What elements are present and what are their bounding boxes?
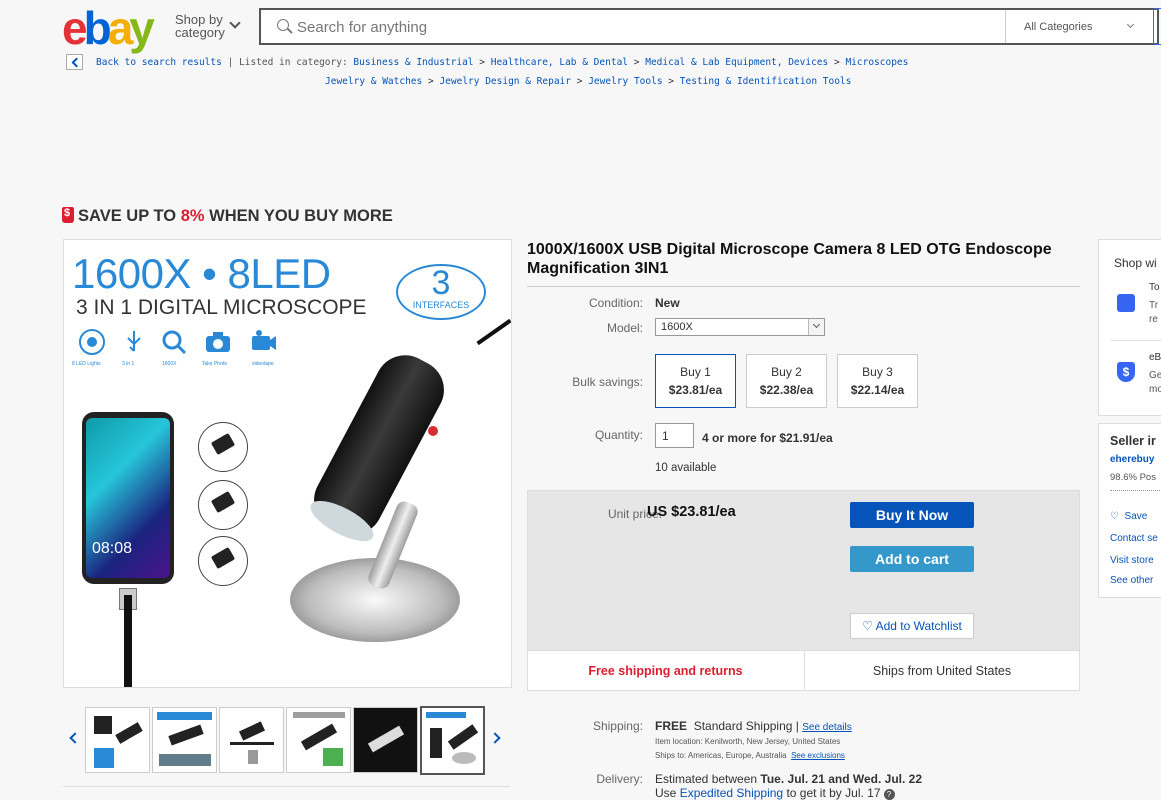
quantity-input[interactable]: 1 xyxy=(655,423,694,448)
bulk-option-buy-3[interactable]: Buy 3 $22.14/ea xyxy=(837,354,918,408)
feature-icons: 8 LED Lights 3 in 1 1600X Take Photo vid… xyxy=(72,328,302,372)
condition-value: New xyxy=(655,296,680,310)
camera-icon xyxy=(206,332,230,352)
price-tag-icon xyxy=(62,207,74,223)
ships-from: Ships from United States xyxy=(804,651,1079,691)
buy-box: Unit price: US $23.81/ea Buy It Now Add … xyxy=(527,490,1080,691)
save-seller-link[interactable]: ♡ Save xyxy=(1110,511,1147,522)
see-other-items-link[interactable]: See other xyxy=(1110,575,1153,586)
seller-name-link[interactable]: eherebuy xyxy=(1110,454,1154,465)
search-input[interactable] xyxy=(297,16,997,38)
usb-adapter-icon xyxy=(198,422,248,472)
shipping-label: Shipping: xyxy=(592,719,643,733)
seller-info-title: Seller ir xyxy=(1110,434,1156,448)
category-select[interactable]: All Categories xyxy=(1005,10,1153,43)
back-to-search-link[interactable]: Back to search results xyxy=(96,57,222,68)
listed-in-label: | Listed in category: xyxy=(227,57,348,68)
help-icon[interactable]: ? xyxy=(883,789,895,800)
seller-info-panel: Seller ir eherebuy 98.6% Pos ♡ Save Cont… xyxy=(1098,423,1161,598)
buy-it-now-button[interactable]: Buy It Now xyxy=(850,502,974,528)
search-bar: All Categories xyxy=(259,8,1159,45)
smartphone-illustration: 08:08 xyxy=(82,412,174,584)
next-image-arrow-icon[interactable] xyxy=(489,732,501,744)
phone-time: 08:08 xyxy=(92,540,133,557)
breadcrumb-link[interactable]: Microscopes xyxy=(845,57,908,68)
quantity-label: Quantity: xyxy=(594,428,643,442)
shipping-summary: FREE Standard Shipping | See details xyxy=(655,719,852,733)
led-ring-icon xyxy=(79,329,105,355)
item-location: Item location: Kenilworth, New Jersey, U… xyxy=(655,737,841,746)
delivery-label: Delivery: xyxy=(596,772,643,786)
back-arrow-icon[interactable] xyxy=(66,54,83,70)
product-title: 1000X/1600X USB Digital Microscope Camer… xyxy=(527,241,1052,277)
breadcrumb-link[interactable]: Business & Industrial xyxy=(353,57,473,68)
dropdown-arrow-icon xyxy=(808,319,824,335)
heart-icon: ♡ xyxy=(1110,511,1119,522)
ships-to: Ships to: Americas, Europe, Australia Se… xyxy=(655,751,845,760)
usb-icon xyxy=(127,331,141,352)
model-label: Model: xyxy=(606,321,643,335)
bulk-option-buy-1[interactable]: Buy 1 $23.81/ea xyxy=(655,354,736,408)
chevron-down-icon xyxy=(229,17,241,29)
add-to-cart-button[interactable]: Add to cart xyxy=(850,546,974,572)
available-count: 10 available xyxy=(655,462,717,474)
add-to-watchlist-button[interactable]: ♡ Add to Watchlist xyxy=(850,613,974,639)
video-camera-icon xyxy=(252,330,276,350)
thumbnail[interactable] xyxy=(286,707,351,773)
usb-adapter-icon xyxy=(198,536,248,586)
quantity-deal: 4 or more for $21.91/ea xyxy=(702,431,833,445)
expedited-shipping-link[interactable]: Expedited Shipping xyxy=(680,786,783,800)
search-icon xyxy=(277,19,289,31)
magnifier-icon xyxy=(162,330,187,355)
expedited-note: Use Expedited Shipping to get it by Jul.… xyxy=(655,786,895,800)
bulk-savings-label: Bulk savings: xyxy=(572,375,643,389)
shop-by-category-button[interactable]: Shop by category xyxy=(175,13,241,39)
see-details-link[interactable]: See details xyxy=(802,722,851,733)
ebay-logo[interactable]: ebay xyxy=(62,5,155,51)
heart-icon: ♡ xyxy=(862,619,873,633)
visit-store-link[interactable]: Visit store xyxy=(1110,555,1154,566)
save-more-banner: SAVE UP TO 8% WHEN YOU BUY MORE xyxy=(62,207,393,226)
breadcrumb-link[interactable]: Medical & Lab Equipment, Devices xyxy=(645,57,828,68)
model-select[interactable]: 1600X xyxy=(655,318,825,336)
money-back-shield-icon: $ xyxy=(1117,362,1135,382)
usb-adapter-icon xyxy=(198,480,248,530)
seller-feedback: 98.6% Pos xyxy=(1110,472,1156,483)
breadcrumb-link[interactable]: Healthcare, Lab & Dental xyxy=(491,57,628,68)
image-subheadline: 3 IN 1 DIGITAL MICROSCOPE xyxy=(76,296,367,319)
unit-price: US $23.81/ea xyxy=(647,504,736,520)
free-shipping-returns: Free shipping and returns xyxy=(588,664,743,678)
shop-with-confidence-panel: Shop wi To Tr re $ eB Ge mo xyxy=(1098,239,1161,416)
breadcrumb-link[interactable]: Jewelry & Watches xyxy=(325,76,422,87)
interfaces-badge: 3 INTERFACES xyxy=(396,264,486,320)
condition-label: Condition: xyxy=(588,296,643,310)
thumbnail-selected[interactable] xyxy=(420,706,485,775)
thumbnail[interactable] xyxy=(353,707,418,773)
bulk-option-buy-2[interactable]: Buy 2 $22.38/ea xyxy=(746,354,827,408)
header: ebay Shop by category All Categories xyxy=(0,0,1161,52)
search-button[interactable] xyxy=(1153,8,1161,45)
thumbnail-strip xyxy=(63,706,512,776)
previous-image-arrow-icon[interactable] xyxy=(69,732,81,744)
contact-seller-link[interactable]: Contact se xyxy=(1110,533,1158,544)
breadcrumb-link[interactable]: Jewelry Tools xyxy=(588,76,662,87)
see-exclusions-link[interactable]: See exclusions xyxy=(791,751,845,760)
thumbnail[interactable] xyxy=(219,707,284,773)
delivery-estimate: Estimated between Tue. Jul. 21 and Wed. … xyxy=(655,772,923,786)
image-headline: 1600X • 8LED xyxy=(72,250,331,297)
thumbnail[interactable] xyxy=(152,707,217,773)
breadcrumb-link[interactable]: Testing & Identification Tools xyxy=(680,76,852,87)
breadcrumb-link[interactable]: Jewelry Design & Repair xyxy=(439,76,571,87)
chevron-down-icon xyxy=(1126,20,1135,29)
product-main-image[interactable]: 1600X • 8LED 3 IN 1 DIGITAL MICROSCOPE 3… xyxy=(63,239,512,688)
guarantee-icon xyxy=(1117,294,1135,312)
thumbnail[interactable] xyxy=(85,707,150,773)
